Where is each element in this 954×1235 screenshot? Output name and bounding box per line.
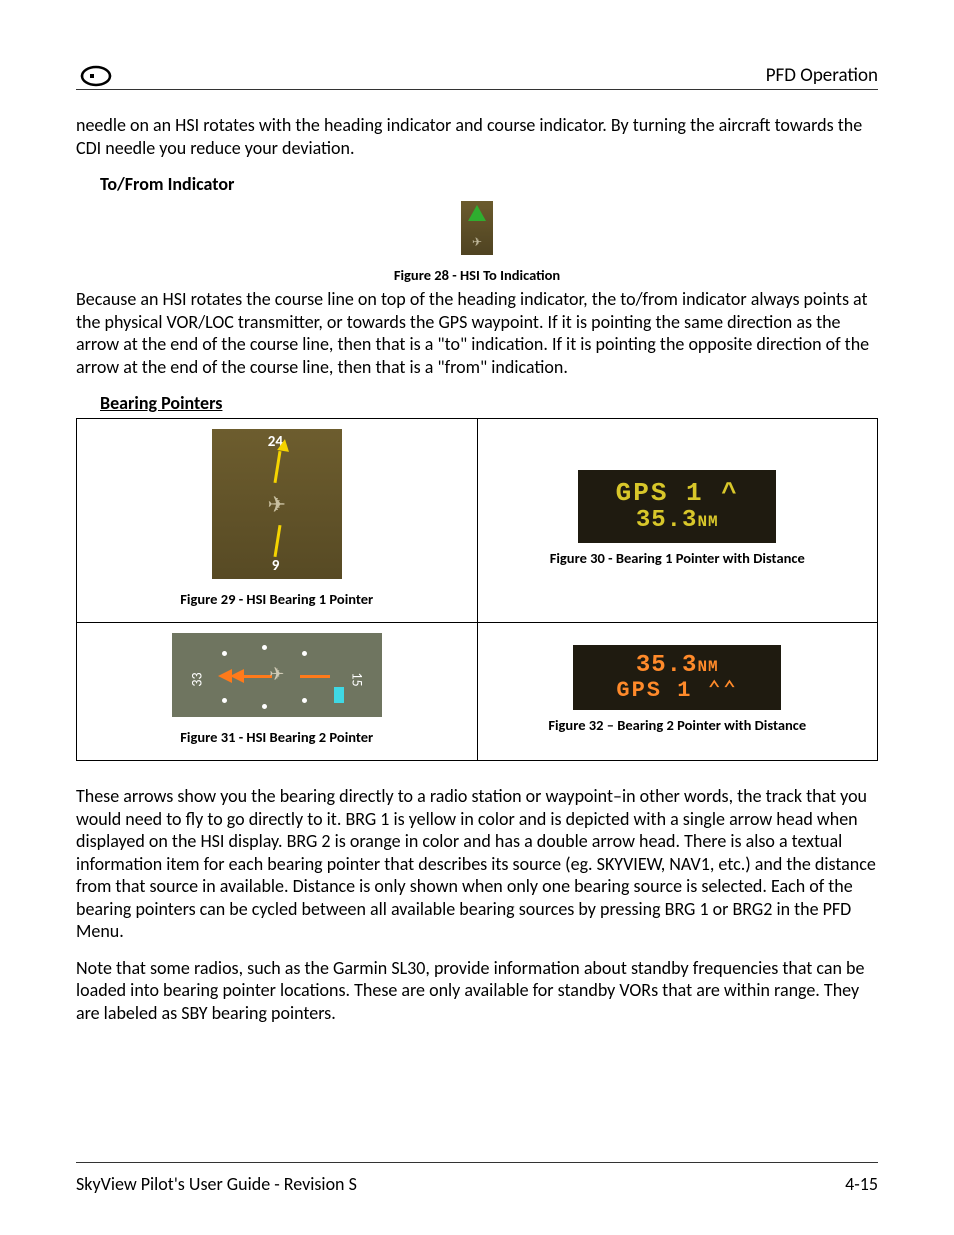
hsi-to-indication-icon: ✈	[461, 201, 493, 255]
fig32-distance: 35.3	[636, 652, 698, 679]
bearing-2-distance-display-icon: 35.3NM GPS 1 ⌃⌃	[573, 645, 781, 709]
header-title: PFD Operation	[766, 64, 878, 87]
figure-30-caption: Figure 30 - Bearing 1 Pointer with Dista…	[486, 549, 870, 567]
page-footer: SkyView Pilot's User Guide - Revision S …	[76, 1162, 878, 1195]
figure-28-caption: Figure 28 - HSI To Indication	[76, 266, 878, 284]
figure-31-caption: Figure 31 - HSI Bearing 2 Pointer	[85, 728, 469, 746]
fig30-distance: 35.3	[636, 507, 698, 534]
fig32-line2: GPS 1 ⌃⌃	[616, 678, 738, 703]
intro-paragraph: needle on an HSI rotates with the headin…	[76, 114, 878, 159]
bearing-figures-table: 24 ✈ 9 Figure 29 - HSI Bearing 1 Pointer…	[76, 418, 878, 761]
page-header: PFD Operation	[76, 64, 878, 90]
fig30-line1: GPS 1 ^	[616, 478, 739, 508]
figure-28: ✈ Figure 28 - HSI To Indication	[76, 201, 878, 284]
fig32-nm: NM	[697, 658, 718, 676]
footer-left: SkyView Pilot's User Guide - Revision S	[76, 1173, 357, 1195]
to-from-paragraph: Because an HSI rotates the course line o…	[76, 288, 878, 378]
figure-32-caption: Figure 32 – Bearing 2 Pointer with Dista…	[486, 716, 870, 734]
fig29-num-9: 9	[272, 557, 280, 575]
footer-right: 4-15	[845, 1173, 878, 1195]
bearing-pointers-heading: Bearing Pointers	[100, 392, 878, 414]
bearing-1-distance-display-icon: GPS 1 ^ 35.3NM	[578, 470, 776, 542]
to-from-heading: To/From Indicator	[100, 173, 878, 195]
figure-29-cell: 24 ✈ 9 Figure 29 - HSI Bearing 1 Pointer	[77, 419, 478, 623]
bearing-paragraph-2: Note that some radios, such as the Garmi…	[76, 957, 878, 1025]
hsi-bearing-2-pointer-icon: 33 ✈ 15	[172, 633, 382, 717]
figure-30-cell: GPS 1 ^ 35.3NM Figure 30 - Bearing 1 Poi…	[477, 419, 878, 623]
fig31-tick-33: 33	[188, 672, 205, 686]
dynon-logo-icon	[76, 65, 116, 87]
figure-32-cell: 35.3NM GPS 1 ⌃⌃ Figure 32 – Bearing 2 Po…	[477, 623, 878, 761]
figure-29-caption: Figure 29 - HSI Bearing 1 Pointer	[85, 590, 469, 608]
fig30-nm: NM	[697, 513, 718, 531]
figure-31-cell: 33 ✈ 15 Figure 31 - HSI Bearing 2 Poin	[77, 623, 478, 761]
bearing-paragraph-1: These arrows show you the bearing direct…	[76, 785, 878, 943]
hsi-bearing-1-pointer-icon: 24 ✈ 9	[212, 429, 342, 579]
fig31-tick-15: 15	[348, 672, 365, 686]
